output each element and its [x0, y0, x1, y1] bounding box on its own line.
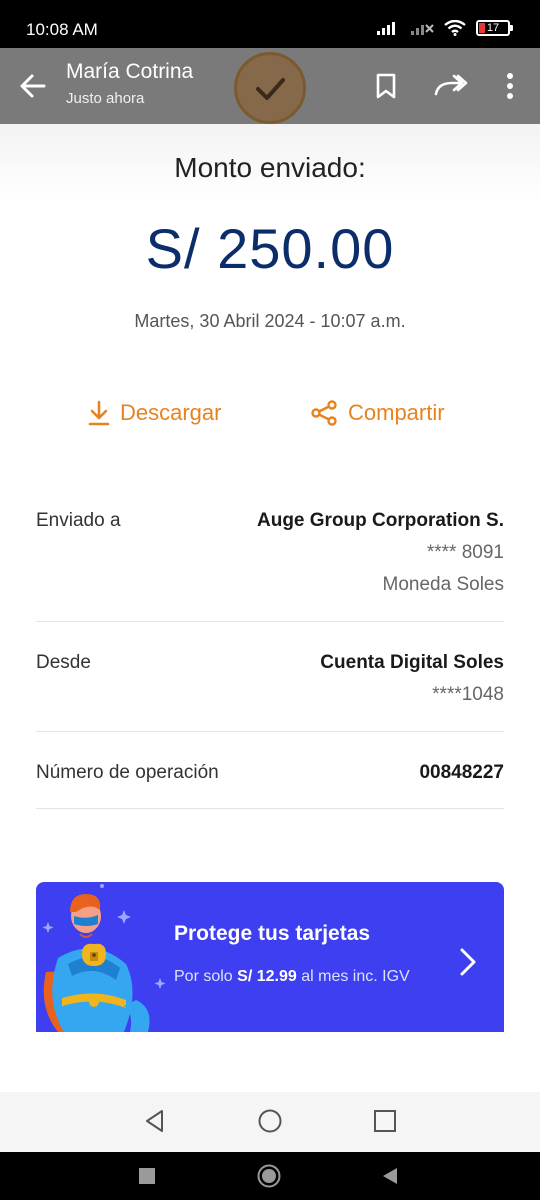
chevron-right-icon[interactable] [458, 946, 478, 978]
divider [36, 731, 504, 732]
recents-square-icon[interactable] [372, 1108, 398, 1134]
banner-price: S/ 12.99 [237, 968, 297, 985]
back-triangle-icon[interactable] [142, 1108, 168, 1134]
share-label: Compartir [348, 400, 445, 425]
download-label: Descargar [120, 400, 222, 425]
divider [36, 808, 504, 809]
system-bar [0, 1152, 540, 1200]
signal-off-icon [411, 24, 434, 35]
operation-number: 00848227 [419, 762, 504, 783]
share-icon [311, 400, 337, 426]
chat-header[interactable]: María Cotrina Justo ahora [66, 60, 193, 107]
divider [36, 621, 504, 622]
stop-square-icon[interactable] [135, 1164, 159, 1188]
banner-title: Protege tus tarjetas [174, 922, 371, 945]
amount-value: S/ 250.00 [145, 217, 395, 280]
transaction-datetime: Martes, 30 Abril 2024 - 10:07 a.m. [134, 311, 406, 331]
wifi-icon [444, 20, 466, 36]
download-icon [88, 400, 110, 426]
share-button[interactable]: Compartir [310, 400, 445, 426]
from-account-number: ****1048 [432, 684, 504, 705]
download-button[interactable]: Descargar [88, 400, 221, 426]
last-seen: Justo ahora [66, 90, 145, 107]
sent-to-label: Enviado a [36, 510, 121, 531]
amount-label: Monto enviado: [174, 152, 366, 183]
back-play-icon[interactable] [378, 1164, 402, 1188]
from-label: Desde [36, 652, 91, 673]
battery-icon: 17 [476, 20, 513, 36]
promo-banner[interactable]: Protege tus tarjetas Por solo S/ 12.99 a… [36, 882, 504, 1032]
check-circle-icon [234, 52, 306, 124]
banner-sub-prefix: Por solo [174, 968, 233, 985]
banner-subtitle: Por solo S/ 12.99 al mes inc. IGV [174, 966, 424, 987]
from-account-name: Cuenta Digital Soles [320, 652, 504, 673]
operation-label: Número de operación [36, 762, 219, 783]
sent-to-name: Auge Group Corporation S. [257, 510, 504, 531]
status-icons: 17 [376, 20, 513, 36]
signal-icon [377, 22, 395, 35]
battery-level: 17 [486, 22, 500, 34]
status-time: 10:08 AM [26, 20, 98, 39]
forward-icon[interactable] [434, 72, 468, 100]
home-dot-icon[interactable] [257, 1164, 281, 1188]
contact-name: María Cotrina [66, 60, 194, 83]
app-bar: María Cotrina Justo ahora [0, 48, 540, 124]
status-bar: 10:08 AM 17 [0, 0, 540, 48]
navigation-bar [0, 1092, 540, 1152]
bookmark-icon[interactable] [372, 72, 400, 100]
banner-sub-suffix: al mes inc. IGV [301, 968, 410, 985]
more-vert-icon[interactable] [496, 72, 524, 100]
back-arrow-icon[interactable] [18, 72, 48, 100]
receipt-content: Monto enviado: S/ 250.00 Martes, 30 Abri… [0, 124, 540, 1092]
sent-to-currency: Moneda Soles [382, 574, 504, 595]
sent-to-account: **** 8091 [426, 542, 504, 563]
superhero-illustration [42, 884, 166, 1032]
home-circle-icon[interactable] [257, 1108, 283, 1134]
